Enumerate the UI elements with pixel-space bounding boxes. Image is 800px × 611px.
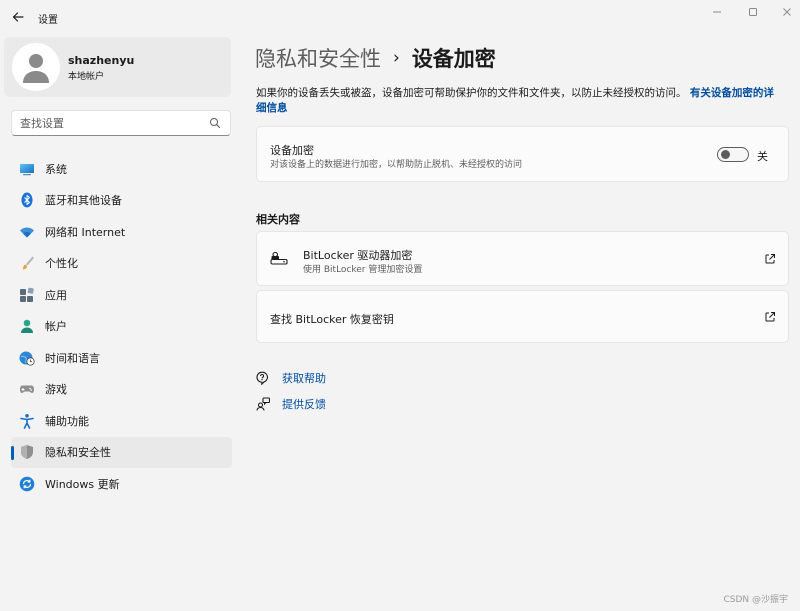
sidebar-nav: 系统 蓝牙和其他设备 网络和 Internet 个性化 应用 帐户 时间和语言 … [11, 153, 232, 500]
sidebar-item-time-language[interactable]: 时间和语言 [11, 342, 232, 374]
back-button[interactable] [10, 9, 26, 25]
sidebar-item-system[interactable]: 系统 [11, 153, 232, 185]
accessibility-icon [19, 413, 35, 429]
open-external-icon [765, 254, 775, 264]
search-box[interactable] [11, 110, 231, 136]
apps-icon [19, 287, 35, 303]
sidebar-item-gaming[interactable]: 游戏 [11, 374, 232, 406]
recovery-key-card[interactable]: 查找 BitLocker 恢复密钥 [256, 290, 789, 343]
sidebar-item-accessibility[interactable]: 辅助功能 [11, 405, 232, 437]
sidebar-item-label: 游戏 [45, 383, 67, 397]
search-input[interactable] [20, 111, 205, 135]
device-encryption-title: 设备加密 [270, 144, 314, 157]
get-help-link[interactable]: 获取帮助 [282, 370, 326, 386]
bitlocker-subtitle: 使用 BitLocker 管理加密设置 [303, 265, 423, 275]
device-encryption-toggle[interactable] [717, 147, 749, 162]
brush-icon [19, 255, 35, 271]
shield-icon [19, 444, 35, 460]
user-profile[interactable]: shazhenyu 本地帐户 [4, 37, 231, 97]
breadcrumb-parent[interactable]: 隐私和安全性 [255, 43, 381, 73]
title-bar: 设置 [0, 0, 800, 34]
update-icon [19, 476, 35, 492]
sidebar-item-apps[interactable]: 应用 [11, 279, 232, 311]
feedback-link[interactable]: 提供反馈 [282, 396, 326, 412]
page-title: 设备加密 [411, 47, 496, 71]
minimize-button[interactable] [702, 4, 732, 20]
sidebar-item-label: 系统 [45, 162, 67, 176]
sidebar-item-bluetooth[interactable]: 蓝牙和其他设备 [11, 185, 232, 217]
minimize-icon [713, 11, 721, 13]
device-encryption-subtitle: 对该设备上的数据进行加密，以帮助防止脱机、未经授权的访问 [270, 160, 523, 170]
sidebar-item-accounts[interactable]: 帐户 [11, 311, 232, 343]
app-title: 设置 [38, 15, 58, 26]
sidebar-item-network[interactable]: 网络和 Internet [11, 216, 232, 248]
maximize-icon [749, 8, 757, 16]
sidebar-item-label: 时间和语言 [45, 351, 100, 365]
sidebar-item-label: 个性化 [45, 257, 78, 271]
sidebar-item-personalization[interactable]: 个性化 [11, 248, 232, 280]
sidebar-item-label: 蓝牙和其他设备 [45, 194, 122, 208]
gamepad-icon [19, 381, 35, 397]
description-text: 如果你的设备丢失或被盗，设备加密可帮助保护你的文件和文件夹，以防止未经授权的访问… [256, 87, 687, 99]
recovery-key-title: 查找 BitLocker 恢复密钥 [270, 313, 394, 326]
related-content-heading: 相关内容 [256, 213, 300, 226]
maximize-button[interactable] [738, 4, 768, 20]
help-chat-icon [256, 371, 270, 385]
avatar [12, 43, 60, 91]
watermark: CSDN @沙振宇 [723, 595, 788, 605]
page-description: 如果你的设备丢失或被盗，设备加密可帮助保护你的文件和文件夹，以防止未经授权的访问… [256, 86, 784, 116]
bitlocker-title: BitLocker 驱动器加密 [303, 249, 413, 262]
person-avatar-icon [23, 54, 49, 83]
toggle-knob [721, 150, 730, 159]
sidebar-item-label: 辅助功能 [45, 414, 89, 428]
open-external-icon [765, 312, 775, 322]
close-button[interactable] [772, 4, 800, 20]
bluetooth-icon [19, 192, 35, 208]
wifi-icon [19, 224, 35, 240]
feedback-row[interactable]: 提供反馈 [256, 395, 326, 413]
globe-clock-icon [19, 350, 35, 366]
bitlocker-card[interactable]: BitLocker 驱动器加密 使用 BitLocker 管理加密设置 [256, 231, 789, 286]
sidebar-item-label: 网络和 Internet [45, 225, 126, 239]
device-encryption-card: 设备加密 对该设备上的数据进行加密，以帮助防止脱机、未经授权的访问 关 [256, 126, 789, 182]
sidebar-item-label: 帐户 [45, 320, 67, 334]
sidebar-item-label: 隐私和安全性 [45, 446, 111, 460]
feedback-icon [256, 397, 270, 411]
drive-lock-icon [270, 251, 288, 265]
breadcrumb-separator: › [393, 48, 400, 68]
arrow-left-icon [12, 12, 24, 22]
breadcrumb: 隐私和安全性 › 设备加密 [255, 42, 496, 74]
user-name: shazhenyu [68, 54, 135, 67]
person-icon [19, 318, 35, 334]
toggle-state-label: 关 [757, 150, 768, 163]
sidebar-item-privacy-security[interactable]: 隐私和安全性 [11, 436, 232, 468]
get-help-row[interactable]: 获取帮助 [256, 369, 326, 387]
search-icon[interactable] [209, 117, 221, 129]
close-icon [783, 8, 791, 16]
account-type: 本地帐户 [68, 72, 105, 82]
system-icon [19, 161, 35, 177]
sidebar-item-label: Windows 更新 [45, 477, 120, 491]
sidebar-item-windows-update[interactable]: Windows 更新 [11, 468, 232, 500]
sidebar-item-label: 应用 [45, 288, 67, 302]
